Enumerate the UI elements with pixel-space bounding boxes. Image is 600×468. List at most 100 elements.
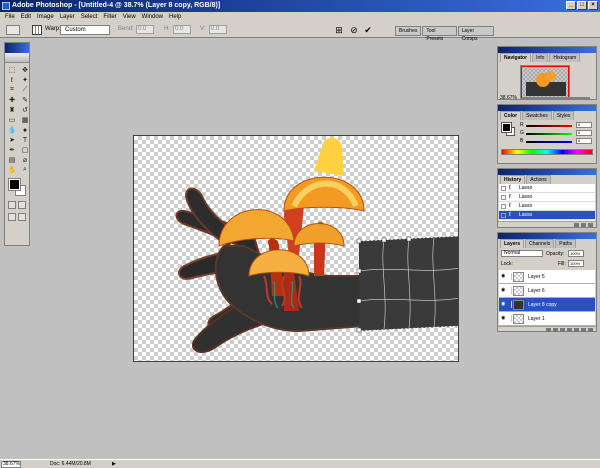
history-item[interactable]: ℓ Lasso bbox=[499, 184, 595, 193]
layer-row-layer-6[interactable]: ◉ Layer 6 bbox=[499, 284, 595, 298]
eye-icon[interactable]: ◉ bbox=[501, 288, 506, 293]
status-zoom-field[interactable]: 38.67% bbox=[1, 461, 21, 468]
color-spectrum-bar[interactable] bbox=[501, 149, 593, 155]
tab-swatches[interactable]: Swatches bbox=[522, 111, 552, 120]
quick-mask-mode-button[interactable] bbox=[18, 201, 26, 209]
eraser-tool-icon[interactable]: ▭ bbox=[7, 116, 17, 124]
history-brush-source-slot[interactable] bbox=[501, 195, 506, 200]
move-tool-icon[interactable]: ✥ bbox=[20, 66, 30, 74]
tab-channels[interactable]: Channels bbox=[525, 239, 555, 248]
close-button[interactable]: × bbox=[588, 1, 598, 10]
link-slot[interactable] bbox=[508, 273, 512, 280]
gradient-tool-icon[interactable]: ▦ bbox=[20, 116, 30, 124]
marquee-tool-icon[interactable]: ⬚ bbox=[7, 66, 17, 74]
type-tool-icon[interactable]: T bbox=[20, 136, 30, 144]
layer-row-layer-5[interactable]: ◉ Layer 5 bbox=[499, 270, 595, 284]
blur-tool-icon[interactable]: 💧 bbox=[7, 126, 17, 134]
color-panel-foreground-swatch[interactable] bbox=[501, 122, 512, 133]
foreground-color-swatch[interactable] bbox=[8, 178, 21, 191]
document-canvas[interactable] bbox=[133, 135, 459, 362]
tab-paths[interactable]: Paths bbox=[555, 239, 577, 248]
tab-layers[interactable]: Layers bbox=[500, 239, 525, 248]
pen-tool-icon[interactable]: ✒ bbox=[7, 146, 17, 154]
notes-tool-icon[interactable]: ▤ bbox=[7, 156, 17, 164]
delete-state-icon[interactable] bbox=[588, 223, 593, 227]
tab-history[interactable]: History bbox=[500, 175, 526, 184]
adobe-online-icon[interactable] bbox=[5, 53, 29, 63]
menu-file[interactable]: File bbox=[2, 14, 18, 20]
tool-preset-picker[interactable] bbox=[6, 25, 20, 35]
new-layer-icon[interactable] bbox=[581, 328, 586, 332]
standard-mode-button[interactable] bbox=[8, 201, 16, 209]
navigator-zoom-value[interactable]: 38.67% bbox=[500, 95, 517, 101]
menu-select[interactable]: Select bbox=[78, 14, 101, 20]
menu-layer[interactable]: Layer bbox=[57, 14, 78, 20]
magic-wand-tool-icon[interactable]: ✦ bbox=[20, 76, 30, 84]
shape-tool-icon[interactable]: ▢ bbox=[20, 146, 30, 154]
lasso-tool-icon[interactable]: ℓ bbox=[7, 76, 17, 84]
cancel-transform-icon[interactable]: ⊘ bbox=[349, 25, 359, 35]
navigator-view-box[interactable] bbox=[521, 66, 569, 98]
link-layers-icon[interactable] bbox=[546, 328, 551, 332]
green-slider[interactable] bbox=[526, 133, 572, 135]
eyedropper-tool-icon[interactable]: ⌀ bbox=[20, 156, 30, 164]
eye-icon[interactable]: ◉ bbox=[501, 316, 506, 321]
h-field[interactable]: 0.0 bbox=[173, 25, 191, 34]
minimize-button[interactable]: _ bbox=[566, 1, 576, 10]
warp-mode-icon[interactable] bbox=[32, 25, 42, 35]
tab-histogram[interactable]: Histogram bbox=[549, 53, 581, 62]
history-item-active[interactable]: ℓ Lasso bbox=[499, 211, 595, 220]
new-snapshot-icon[interactable] bbox=[581, 223, 586, 227]
menu-view[interactable]: View bbox=[120, 14, 139, 20]
maximize-button[interactable]: □ bbox=[577, 1, 587, 10]
link-slot[interactable] bbox=[508, 287, 512, 294]
history-brush-source-slot[interactable] bbox=[501, 213, 506, 218]
well-tab-layer-comps[interactable]: Layer Comps bbox=[457, 26, 494, 42]
brush-tool-icon[interactable]: ✎ bbox=[20, 96, 30, 104]
history-item[interactable]: ℓ Lasso bbox=[499, 202, 595, 211]
well-tab-tool-presets[interactable]: Tool Presets bbox=[422, 26, 457, 42]
blue-value-field[interactable]: 0 bbox=[576, 138, 592, 144]
screen-mode-full-button[interactable] bbox=[18, 213, 26, 221]
well-tab-brushes[interactable]: Brushes bbox=[395, 26, 422, 36]
dodge-tool-icon[interactable]: ● bbox=[20, 126, 30, 134]
adjustment-layer-icon[interactable] bbox=[574, 328, 579, 332]
fill-field[interactable]: 100% bbox=[568, 260, 584, 267]
eye-icon[interactable]: ◉ bbox=[501, 302, 506, 307]
slice-tool-icon[interactable]: ⟋ bbox=[20, 86, 30, 94]
transform-mode-icon[interactable]: ⊞ bbox=[334, 25, 344, 35]
clone-stamp-tool-icon[interactable]: ♜ bbox=[7, 106, 17, 114]
tab-styles[interactable]: Styles bbox=[552, 111, 575, 120]
menu-window[interactable]: Window bbox=[139, 14, 166, 20]
screen-mode-standard-button[interactable] bbox=[8, 213, 16, 221]
history-brush-source-slot[interactable] bbox=[501, 186, 506, 191]
toolbox-title-bar[interactable] bbox=[5, 43, 29, 53]
brush-edit-icon[interactable] bbox=[508, 301, 512, 308]
new-document-from-state-icon[interactable] bbox=[574, 223, 579, 227]
green-value-field[interactable]: 0 bbox=[576, 130, 592, 136]
menu-help[interactable]: Help bbox=[166, 14, 184, 20]
layer-row-layer-8-copy[interactable]: ◉ Layer 8 copy bbox=[499, 298, 595, 312]
link-slot[interactable] bbox=[508, 315, 512, 322]
v-field[interactable]: 0.0 bbox=[209, 25, 227, 34]
navigator-thumbnail[interactable] bbox=[520, 65, 570, 99]
history-brush-tool-icon[interactable]: ↺ bbox=[20, 106, 30, 114]
bend-field[interactable]: 0.0 bbox=[136, 25, 154, 34]
opacity-field[interactable]: 100% bbox=[568, 250, 584, 257]
new-group-icon[interactable] bbox=[567, 328, 572, 332]
red-slider[interactable] bbox=[526, 125, 572, 127]
menu-edit[interactable]: Edit bbox=[18, 14, 34, 20]
zoom-tool-icon[interactable]: ⌕ bbox=[20, 166, 30, 174]
history-item[interactable]: ℓ Lasso bbox=[499, 193, 595, 202]
blend-mode-select[interactable]: Normal bbox=[501, 250, 543, 257]
status-menu-arrow-icon[interactable]: ▶ bbox=[112, 461, 118, 468]
red-value-field[interactable]: 0 bbox=[576, 122, 592, 128]
navigator-zoom-slider[interactable] bbox=[522, 97, 590, 99]
layer-mask-icon[interactable] bbox=[560, 328, 565, 332]
crop-tool-icon[interactable]: ⌗ bbox=[7, 86, 17, 94]
tab-navigator[interactable]: Navigator bbox=[500, 53, 532, 62]
history-brush-source-slot[interactable] bbox=[501, 204, 506, 209]
warp-style-select[interactable]: Custom bbox=[60, 25, 110, 35]
layer-row-layer-1[interactable]: ◉ Layer 1 bbox=[499, 312, 595, 326]
path-selection-tool-icon[interactable]: ➤ bbox=[7, 136, 17, 144]
